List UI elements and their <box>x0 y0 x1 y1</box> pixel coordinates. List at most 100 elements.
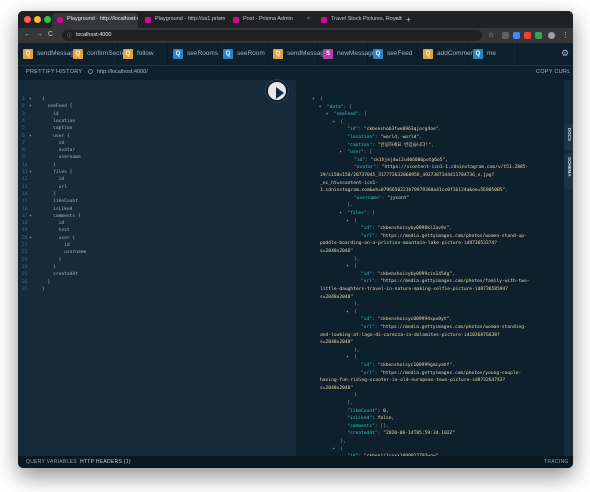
json-key: "url" <box>360 325 375 330</box>
fold-arrow-icon[interactable]: ▾ <box>29 214 32 220</box>
query-editor[interactable]: 1 ▾ {2 ▾ seeFeed {3 id 4 location 5 caption 6 ▾… <box>18 80 296 456</box>
maximize-window-button[interactable] <box>44 16 51 23</box>
browser-tab[interactable]: Travel Stock Pictures, Royalty-F × <box>316 13 402 28</box>
query-variables-tab[interactable]: QUERY VARIABLES <box>26 459 77 465</box>
run-query-button[interactable] <box>266 80 288 102</box>
fold-arrow-icon[interactable]: ▾ <box>346 264 349 270</box>
extension-icon[interactable] <box>513 32 520 39</box>
extension-icon[interactable] <box>524 32 531 39</box>
line-number: 26 <box>22 279 28 285</box>
bookmark-star-icon[interactable]: ☆ <box>488 31 494 39</box>
fold-arrow-icon[interactable]: ▾ <box>346 310 349 316</box>
forward-button[interactable]: → <box>36 31 43 38</box>
fold-arrow-icon[interactable]: ▾ <box>346 355 349 361</box>
fold-arrow-icon[interactable]: ▾ <box>326 112 329 118</box>
json-punctuation: { <box>354 218 357 224</box>
json-string: s=2048x2048" <box>320 249 354 254</box>
json-key: "url" <box>360 370 375 376</box>
browser-tab[interactable]: Post - Prisma Admin × <box>228 13 314 28</box>
new-tab-button[interactable]: + <box>406 15 411 24</box>
json-string: "ckbenshoisyc100999gmiyahf" <box>377 363 453 368</box>
result-line: { <box>320 97 323 103</box>
json-key: "data" <box>326 104 344 110</box>
settings-gear-icon[interactable]: ⚙ <box>561 48 569 59</box>
browser-tab[interactable]: Playground - http://us1.prism × <box>140 13 226 28</box>
json-string: little-daughters-travel-in-nature-making… <box>320 287 509 292</box>
json-punctuation: { <box>320 97 323 102</box>
playground-tab[interactable]: QseeRooms <box>168 43 218 65</box>
prettify-button[interactable]: PRETTIFY <box>26 69 55 75</box>
result-line: "data": { <box>327 105 352 111</box>
result-line: "id": "ckbenshoisyby0999zin145dg", <box>361 272 455 278</box>
json-string: "world, world" <box>380 135 420 140</box>
line-number: 27 <box>22 286 28 292</box>
fold-arrow-icon[interactable]: ▾ <box>312 97 315 103</box>
endpoint-field[interactable]: http://localhost:4000/ <box>88 69 148 75</box>
history-button[interactable]: HISTORY <box>56 69 82 75</box>
json-punctuation: : [], <box>374 423 389 429</box>
fold-arrow-icon[interactable]: ▾ <box>29 97 32 103</box>
result-line: ], <box>347 401 353 407</box>
fold-arrow-icon[interactable]: ▾ <box>339 150 342 156</box>
line-number: 9 <box>22 155 25 161</box>
close-window-button[interactable] <box>24 16 31 23</box>
result-line: "likeCount": 0, <box>347 409 389 415</box>
http-headers-tab[interactable]: HTTP HEADERS (1) <box>80 459 131 465</box>
minimize-window-button[interactable] <box>34 16 41 23</box>
fold-arrow-icon[interactable]: ▾ <box>319 105 322 111</box>
extension-icon[interactable] <box>535 32 542 39</box>
docs-tab[interactable]: DOCS <box>564 124 573 150</box>
result-line: "username": "jysont" <box>354 196 409 202</box>
playground-tab[interactable]: QconfirmSecret <box>68 43 127 65</box>
fold-arrow-icon[interactable]: ▾ <box>339 211 342 217</box>
json-punctuation: , <box>430 142 434 148</box>
line-number: 19 <box>22 228 28 234</box>
close-tab-icon[interactable]: × <box>131 16 134 22</box>
reload-button[interactable]: C <box>48 31 53 38</box>
url-bar[interactable]: ⓘ localhost:4000 <box>62 30 482 41</box>
playground-tab[interactable]: QseeFeed <box>368 43 418 65</box>
query-line: seeFeed { <box>42 104 73 110</box>
fold-arrow-icon[interactable]: ▾ <box>332 447 335 453</box>
json-punctuation: }, <box>354 302 360 308</box>
query-type-icon: Q <box>423 49 433 59</box>
close-tab-icon[interactable]: × <box>219 16 222 22</box>
result-line: s=2048x2048" <box>320 249 353 255</box>
fold-arrow-icon[interactable]: ▾ <box>29 134 32 140</box>
playground-tab[interactable]: SnewMessage <box>318 43 375 65</box>
tracing-tab[interactable]: TRACING <box>544 459 569 465</box>
json-key: "files" <box>347 211 367 216</box>
extension-icon[interactable] <box>502 32 509 39</box>
playground-tab[interactable]: Qme <box>468 43 518 65</box>
close-tab-icon[interactable]: × <box>307 16 310 22</box>
bottom-bar: QUERY VARIABLES HTTP HEADERS (1) TRACING <box>18 456 573 468</box>
schema-tab[interactable]: SCHEMA <box>564 153 573 189</box>
back-button[interactable]: ← <box>24 31 31 38</box>
playground-tab[interactable]: QsendMessage <box>18 43 77 65</box>
query-line: } <box>42 162 56 168</box>
playground-tab[interactable]: Qfollow <box>118 43 168 65</box>
line-number: 11 <box>22 170 28 175</box>
copy-curl-button[interactable]: COPY CURL <box>536 69 571 75</box>
close-tab-icon[interactable]: × <box>395 16 398 22</box>
profile-avatar[interactable] <box>548 32 555 39</box>
json-string: s=2048x2048" <box>320 385 354 391</box>
fold-arrow-icon[interactable]: ▾ <box>332 120 335 126</box>
fold-arrow-icon[interactable]: ▾ <box>29 104 32 110</box>
query-line: { <box>42 97 45 102</box>
json-string: having-fun-riding-scooter-in-old-europea… <box>320 378 506 384</box>
fold-arrow-icon[interactable]: ▾ <box>346 219 349 225</box>
menu-dots-icon[interactable]: ⋮ <box>562 31 569 39</box>
fold-arrow-icon[interactable]: ▾ <box>29 236 32 242</box>
playground-tab[interactable]: QsendMessage <box>268 43 327 65</box>
playground-tab[interactable]: QseeRoom <box>218 43 268 65</box>
query-type-icon: Q <box>273 49 283 59</box>
result-line: paddle-boarding-on-a-pristine-mountain-l… <box>320 241 497 247</box>
query-line: createdAt <box>42 272 78 278</box>
fold-arrow-icon[interactable]: ▾ <box>29 170 32 176</box>
query-line: id <box>42 221 65 227</box>
playground-tab[interactable]: QaddComment <box>418 43 476 65</box>
browser-tab[interactable]: Playground - http://localhost:4 × <box>52 13 138 28</box>
result-line: "comments": [], <box>347 424 389 430</box>
result-line: }, <box>347 203 353 209</box>
